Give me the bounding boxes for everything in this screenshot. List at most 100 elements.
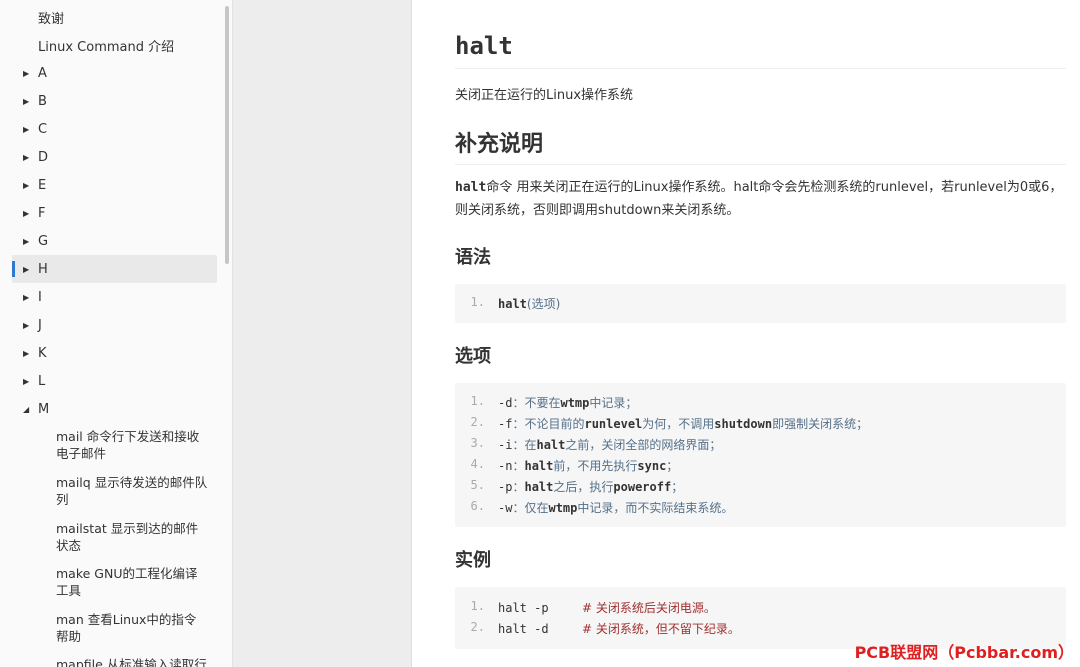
line-number: 1.: [470, 394, 485, 408]
option-text: ：: [512, 480, 525, 494]
option-line: -n：halt前，不用先执行sync；: [498, 457, 678, 474]
sidebar-subitem-man[interactable]: man 查看Linux中的指令帮助: [56, 611, 208, 645]
page-description: 关闭正在运行的Linux操作系统: [455, 88, 634, 103]
command-name: halt: [498, 601, 527, 615]
line-number: 2.: [470, 620, 485, 634]
sidebar-item-m[interactable]: ◢ M: [12, 395, 217, 423]
expand-triangle-icon[interactable]: ▶: [12, 97, 38, 106]
option-text: 前，不用先执行: [553, 459, 638, 473]
options-code-block[interactable]: 1. -d：不要在wtmp中记录； 2. -f：不论目前的runlevel为何，…: [455, 383, 1066, 527]
sidebar-subitem-mailstat[interactable]: mailstat 显示到达的邮件状态: [56, 520, 208, 554]
expand-triangle-icon[interactable]: ▶: [12, 153, 38, 162]
option-text: ；: [671, 480, 684, 494]
sidebar-item-label: F: [38, 205, 46, 221]
sidebar-item-b[interactable]: ▶ B: [12, 87, 217, 115]
option-keyword: shutdown: [714, 417, 773, 431]
option-keyword: wtmp: [548, 501, 578, 515]
sidebar-item-g[interactable]: ▶ G: [12, 227, 217, 255]
code-comment: # 关闭系统，但不留下纪录。: [582, 622, 740, 636]
sidebar-item-label: K: [38, 345, 47, 361]
sidebar-item-label: C: [38, 121, 48, 137]
option-keyword: poweroff: [613, 480, 672, 494]
sidebar-item-label: D: [38, 149, 49, 165]
expand-triangle-icon[interactable]: ▶: [12, 125, 38, 134]
example-line: halt -p # 关闭系统后关闭电源。: [498, 599, 716, 616]
sidebar-item-e[interactable]: ▶ E: [12, 171, 217, 199]
option-text: 中记录；: [589, 396, 638, 410]
sidebar-item-label: G: [38, 233, 49, 249]
option-text: 之前，关闭全部的网络界面；: [565, 438, 722, 452]
option-text: ：不论目前的: [512, 417, 585, 431]
command-name: halt: [455, 180, 487, 195]
section-heading-options: 选项: [455, 346, 491, 367]
option-line: -w：仅在wtmp中记录，而不实际结束系统。: [498, 499, 733, 516]
command-arg: -p: [526, 601, 549, 615]
command-name: halt: [498, 622, 527, 636]
sidebar-nav: 致谢 Linux Command 介绍 ▶ A ▶ B ▶ C ▶ D ▶ E ▶ F ▶ G…: [0, 0, 233, 667]
sidebar-item-label: L: [38, 373, 46, 389]
sidebar-item-label: I: [38, 289, 42, 305]
expand-triangle-icon[interactable]: ▶: [12, 377, 38, 386]
example-command: halt -d: [498, 622, 582, 636]
sidebar-item-f[interactable]: ▶ F: [12, 199, 217, 227]
sidebar-subitem-make[interactable]: make GNU的工程化编译工具: [56, 565, 208, 599]
sidebar-item-k[interactable]: ▶ K: [12, 339, 217, 367]
command-arg: -d: [526, 622, 549, 636]
option-line: -p：halt之后，执行poweroff；: [498, 478, 683, 495]
divider: [455, 68, 1066, 69]
sidebar-item-d[interactable]: ▶ D: [12, 143, 217, 171]
expand-triangle-icon[interactable]: ▶: [12, 349, 38, 358]
expand-triangle-icon[interactable]: ▶: [12, 293, 38, 302]
collapse-triangle-icon[interactable]: ◢: [12, 405, 38, 414]
option-keyword: wtmp: [560, 396, 590, 410]
article-content: halt 关闭正在运行的Linux操作系统 补充说明 halt命令 用来关闭正在…: [413, 0, 1080, 667]
option-keyword: sync: [637, 459, 667, 473]
line-number: 1.: [470, 295, 485, 309]
sidebar-item-label: A: [38, 65, 47, 81]
sidebar-item-label: B: [38, 93, 47, 109]
expand-triangle-icon[interactable]: ▶: [12, 237, 38, 246]
sidebar-scrollbar[interactable]: [225, 6, 229, 264]
code-command: halt: [498, 297, 527, 311]
expand-triangle-icon[interactable]: ▶: [12, 181, 38, 190]
option-keyword: halt: [524, 480, 554, 494]
sidebar-item-intro[interactable]: Linux Command 介绍: [12, 31, 217, 59]
option-text: 即强制关闭系统；: [772, 417, 869, 431]
option-keyword: halt: [536, 438, 566, 452]
code-args: (选项): [526, 297, 561, 311]
line-number: 3.: [470, 436, 485, 450]
syntax-code-block[interactable]: 1. halt(选项): [455, 284, 1066, 323]
option-text: ；: [666, 459, 679, 473]
expand-triangle-icon[interactable]: ▶: [12, 209, 38, 218]
sidebar-item-i[interactable]: ▶ I: [12, 283, 217, 311]
option-text: 中记录，而不实际结束系统。: [577, 501, 734, 515]
sidebar-item-thanks[interactable]: 致谢: [12, 3, 217, 31]
sidebar-subitem-mail[interactable]: mail 命令行下发送和接收电子邮件: [56, 428, 208, 462]
option-text: ：在: [512, 438, 537, 452]
sidebar-item-label: 致谢: [38, 11, 65, 27]
line-number: 5.: [470, 478, 485, 492]
sidebar-item-c[interactable]: ▶ C: [12, 115, 217, 143]
sidebar-subitem-mailq[interactable]: mailq 显示待发送的邮件队列: [56, 474, 208, 508]
sidebar-item-label: E: [38, 177, 47, 193]
expand-triangle-icon[interactable]: ▶: [12, 321, 38, 330]
expand-triangle-icon[interactable]: ▶: [12, 265, 38, 274]
sidebar-item-label: Linux Command 介绍: [38, 39, 175, 55]
gutter-panel: [233, 0, 412, 667]
section-heading-examples: 实例: [455, 550, 491, 571]
option-line: -f：不论目前的runlevel为何，不调用shutdown即强制关闭系统；: [498, 415, 868, 432]
line-number: 2.: [470, 415, 485, 429]
sidebar-item-j[interactable]: ▶ J: [12, 311, 217, 339]
sidebar-item-l[interactable]: ▶ L: [12, 367, 217, 395]
sidebar-item-a[interactable]: ▶ A: [12, 59, 217, 87]
sidebar-item-h[interactable]: ▶ H: [12, 255, 217, 283]
option-flag: -f: [498, 417, 513, 431]
site-watermark: PCB联盟网（Pcbbar.com）: [854, 643, 1074, 662]
sidebar-item-label: J: [38, 317, 42, 333]
divider: [455, 164, 1066, 165]
expand-triangle-icon[interactable]: ▶: [12, 69, 38, 78]
option-text: ：: [512, 459, 525, 473]
sidebar-item-label: M: [38, 401, 50, 417]
code-comment: # 关闭系统后关闭电源。: [582, 601, 716, 615]
sidebar-subitem-mapfile[interactable]: mapfile 从标准输入读取行: [56, 656, 208, 667]
